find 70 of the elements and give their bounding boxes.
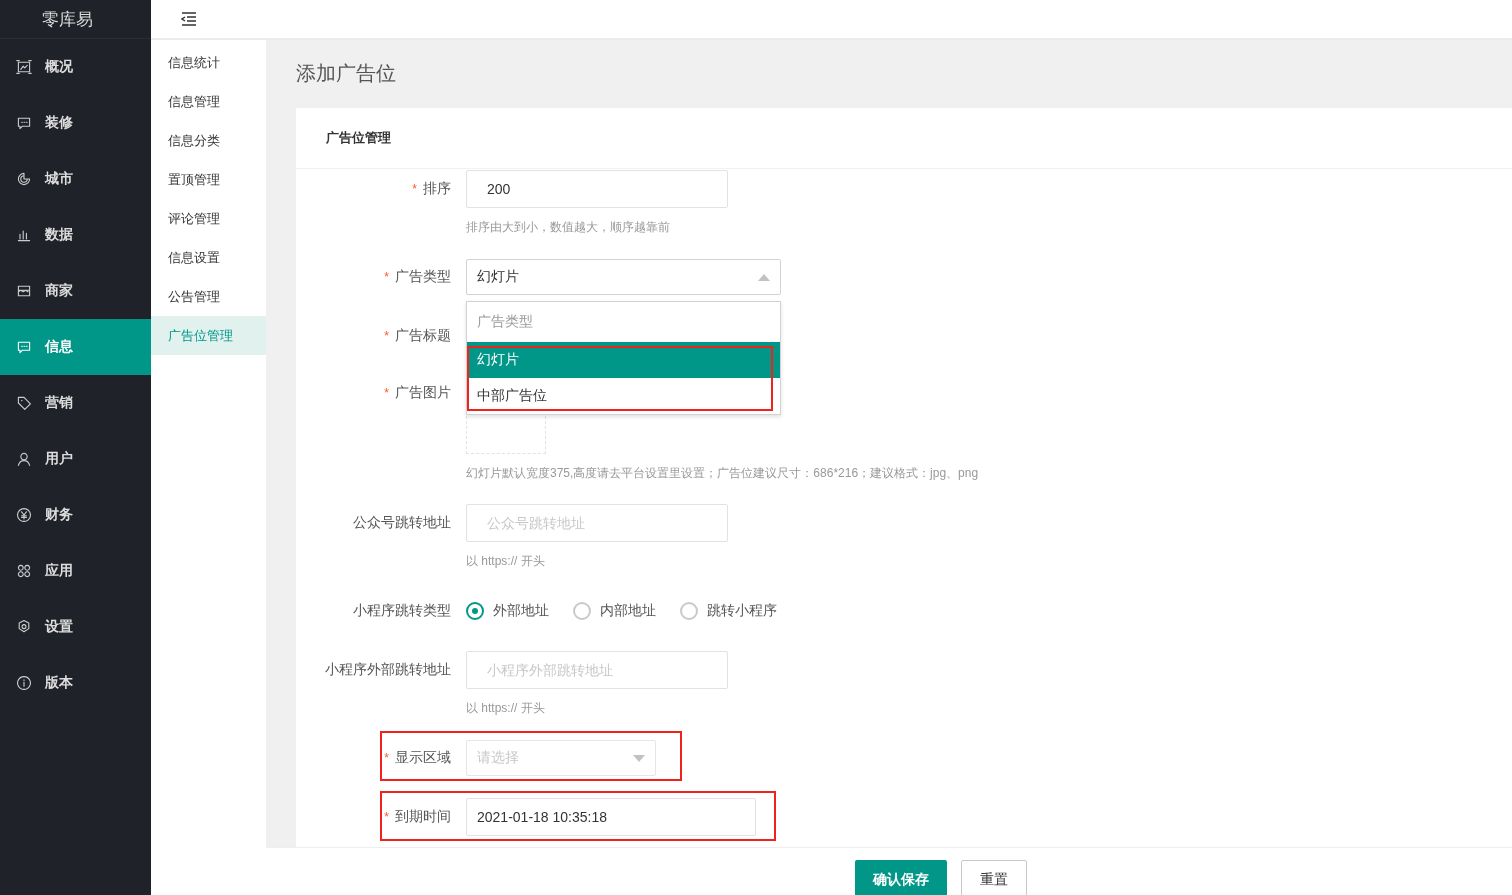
field-label: 公众号跳转地址	[353, 514, 451, 530]
menu-item-icon	[16, 227, 32, 243]
sidebar-item[interactable]: 数据	[0, 207, 151, 263]
field-label: 小程序外部跳转地址	[325, 661, 451, 677]
submenu-item[interactable]: 信息设置	[151, 238, 266, 277]
submenu-item[interactable]: 信息管理	[151, 82, 266, 121]
caret-icon	[758, 273, 770, 281]
sidebar-item[interactable]: 概况	[0, 39, 151, 95]
reset-button[interactable]: 重置	[961, 860, 1027, 895]
menu-item-icon	[16, 619, 32, 635]
menu-item-icon	[16, 59, 32, 75]
input-field[interactable]: 200	[466, 170, 728, 208]
menu-item-icon	[16, 283, 32, 299]
submenu-item[interactable]: 置顶管理	[151, 160, 266, 199]
sidebar-item[interactable]: 应用	[0, 543, 151, 599]
submenu-item[interactable]: 评论管理	[151, 199, 266, 238]
sidebar-item[interactable]: 商家	[0, 263, 151, 319]
field-hint: 排序由大到小，数值越大，顺序越靠前	[466, 219, 671, 236]
submenu-item[interactable]: 信息分类	[151, 121, 266, 160]
menu-item-icon	[16, 395, 32, 411]
radio-circle[interactable]	[573, 602, 591, 620]
field-label: 到期时间	[395, 808, 451, 824]
required-mark: *	[384, 386, 389, 400]
field-label: 广告类型	[395, 268, 451, 284]
field-label: 广告图片	[395, 384, 451, 400]
required-mark: *	[412, 182, 417, 196]
required-mark: *	[384, 751, 389, 765]
menu-item-icon	[16, 339, 32, 355]
menu-item-icon	[16, 451, 32, 467]
sidebar-item[interactable]: 信息	[0, 319, 151, 375]
sidebar-item[interactable]: 版本	[0, 655, 151, 711]
sidebar-item[interactable]: 营销	[0, 375, 151, 431]
dropdown-header: 广告类型	[476, 312, 534, 331]
sidebar-item[interactable]: 用户	[0, 431, 151, 487]
input-field[interactable]: 2021-01-18 10:35:18	[466, 798, 756, 836]
menu-item-icon	[16, 675, 32, 691]
field-label: 小程序跳转类型	[353, 602, 451, 618]
select-field[interactable]: 幻灯片	[466, 259, 781, 295]
sidebar-item[interactable]: 财务	[0, 487, 151, 543]
app-logo: 零库易	[42, 8, 93, 31]
required-mark: *	[384, 810, 389, 824]
menu-icon[interactable]	[181, 12, 197, 26]
field-hint: 幻灯片默认宽度375,高度请去平台设置里设置；广告位建议尺寸：686*216；建议格式：jpg、png	[466, 465, 980, 482]
submenu-item[interactable]: 信息统计	[151, 43, 266, 82]
menu-item-icon	[16, 507, 32, 523]
menu-item-icon	[16, 171, 32, 187]
radio-circle[interactable]	[466, 602, 484, 620]
submenu-item[interactable]: 公告管理	[151, 277, 266, 316]
field-hint: 以 https:// 开头	[466, 553, 546, 570]
menu-item-icon	[16, 563, 32, 579]
field-hint: 以 https:// 开头	[466, 700, 546, 717]
dropdown-option[interactable]: 幻灯片	[467, 342, 780, 378]
sidebar-item[interactable]: 设置	[0, 599, 151, 655]
field-label: 排序	[423, 180, 451, 196]
card-title: 广告位管理	[326, 129, 391, 147]
sidebar-item[interactable]: 装修	[0, 95, 151, 151]
page-title: 添加广告位	[296, 61, 397, 86]
save-button[interactable]: 确认保存	[855, 860, 947, 895]
radio-circle[interactable]	[680, 602, 698, 620]
radio-option[interactable]: 外部地址	[466, 602, 549, 620]
field-label: 显示区域	[395, 749, 451, 765]
dropdown-option[interactable]: 中部广告位	[467, 378, 780, 414]
sidebar-item[interactable]: 城市	[0, 151, 151, 207]
radio-option[interactable]: 内部地址	[573, 602, 656, 620]
caret-icon	[633, 754, 645, 762]
field-label: 广告标题	[395, 327, 451, 343]
required-mark: *	[384, 270, 389, 284]
radio-option[interactable]: 跳转小程序	[680, 602, 777, 620]
required-mark: *	[384, 329, 389, 343]
menu-item-icon	[16, 115, 32, 131]
